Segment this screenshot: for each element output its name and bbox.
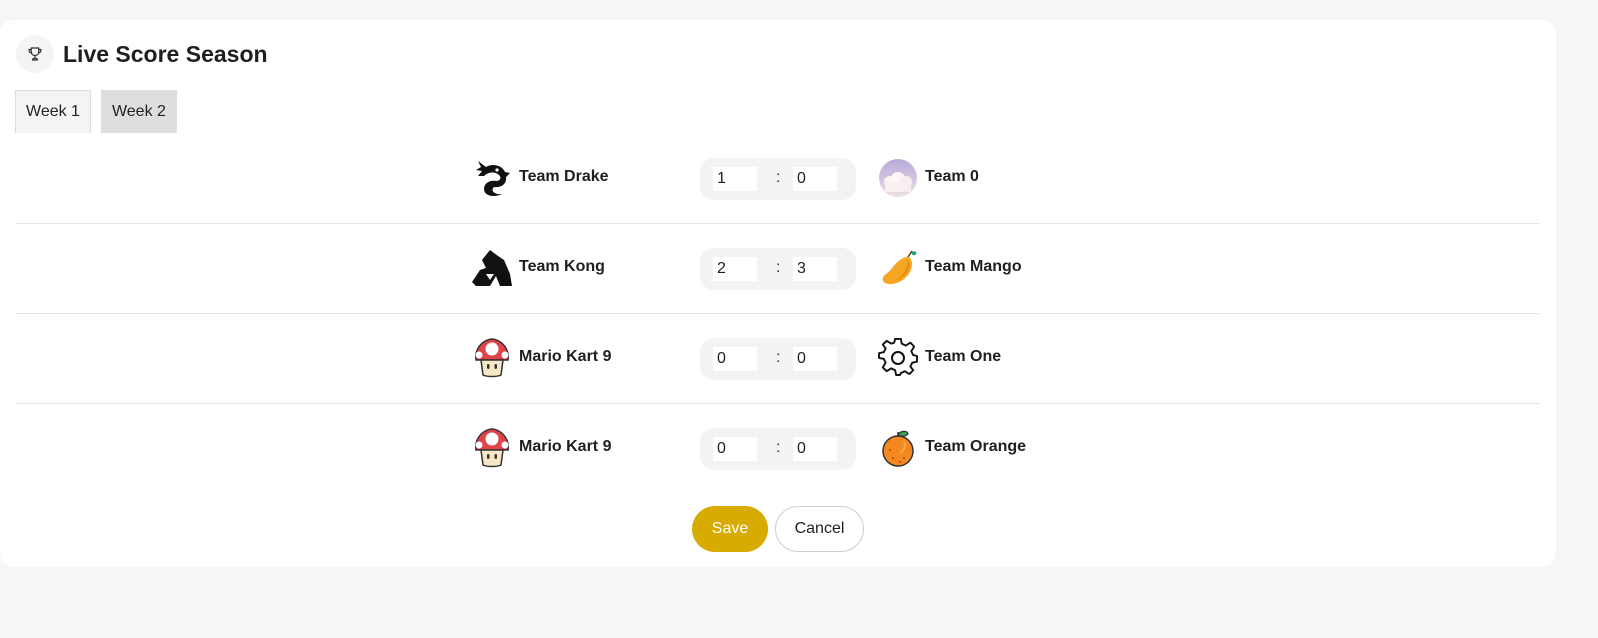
dragon-icon [472, 158, 512, 198]
match-row: Mario Kart 9 : Team Orange [16, 404, 1540, 493]
home-team-name: Team Drake [519, 168, 609, 185]
mushroom-icon [472, 338, 512, 378]
home-score-input[interactable] [713, 257, 757, 281]
clouds-avatar [878, 158, 918, 198]
score-box: : [700, 158, 856, 200]
trophy-icon [16, 35, 54, 73]
home-score-input[interactable] [713, 167, 757, 191]
page-title: Live Score Season [63, 40, 268, 67]
away-score-input[interactable] [793, 437, 837, 461]
away-team-name: Team One [925, 348, 1002, 365]
home-team-name: Team Kong [519, 258, 605, 275]
form-actions: Save Cancel [692, 506, 864, 552]
home-team-name: Mario Kart 9 [519, 348, 612, 365]
cancel-button[interactable]: Cancel [775, 506, 864, 552]
home-score-input[interactable] [713, 347, 757, 371]
score-box: : [700, 338, 856, 380]
match-row: Team Drake : Team 0 [16, 134, 1540, 224]
score-box: : [700, 248, 856, 290]
away-score-input[interactable] [793, 257, 837, 281]
away-team-name: Team 0 [925, 168, 979, 185]
week-tabs: Week 1 Week 2 [15, 90, 177, 133]
page-header: Live Score Season [16, 35, 268, 73]
home-team-name: Mario Kart 9 [519, 438, 612, 455]
live-score-card: Live Score Season Week 1 Week 2 Team Dra… [0, 20, 1556, 567]
gorilla-icon [472, 248, 512, 288]
gear-icon [878, 338, 918, 378]
save-button[interactable]: Save [692, 506, 768, 552]
match-row: Mario Kart 9 : Team One [16, 314, 1540, 404]
score-separator: : [776, 259, 781, 276]
home-score-input[interactable] [713, 437, 757, 461]
tab-week-2[interactable]: Week 2 [100, 90, 177, 133]
score-box: : [700, 428, 856, 470]
away-score-input[interactable] [793, 347, 837, 371]
score-separator: : [776, 349, 781, 366]
away-team-name: Team Orange [925, 438, 1027, 455]
tab-week-1[interactable]: Week 1 [15, 90, 91, 133]
mango-icon [878, 248, 918, 288]
match-row: Team Kong : Team Mango [16, 224, 1540, 314]
orange-icon [878, 428, 918, 468]
score-separator: : [776, 169, 781, 186]
away-team-name: Team Mango [925, 258, 1022, 275]
match-list: Team Drake : Team 0 Team Kong : Team Man… [16, 134, 1540, 493]
away-score-input[interactable] [793, 167, 837, 191]
score-separator: : [776, 439, 781, 456]
mushroom-icon [472, 428, 512, 468]
